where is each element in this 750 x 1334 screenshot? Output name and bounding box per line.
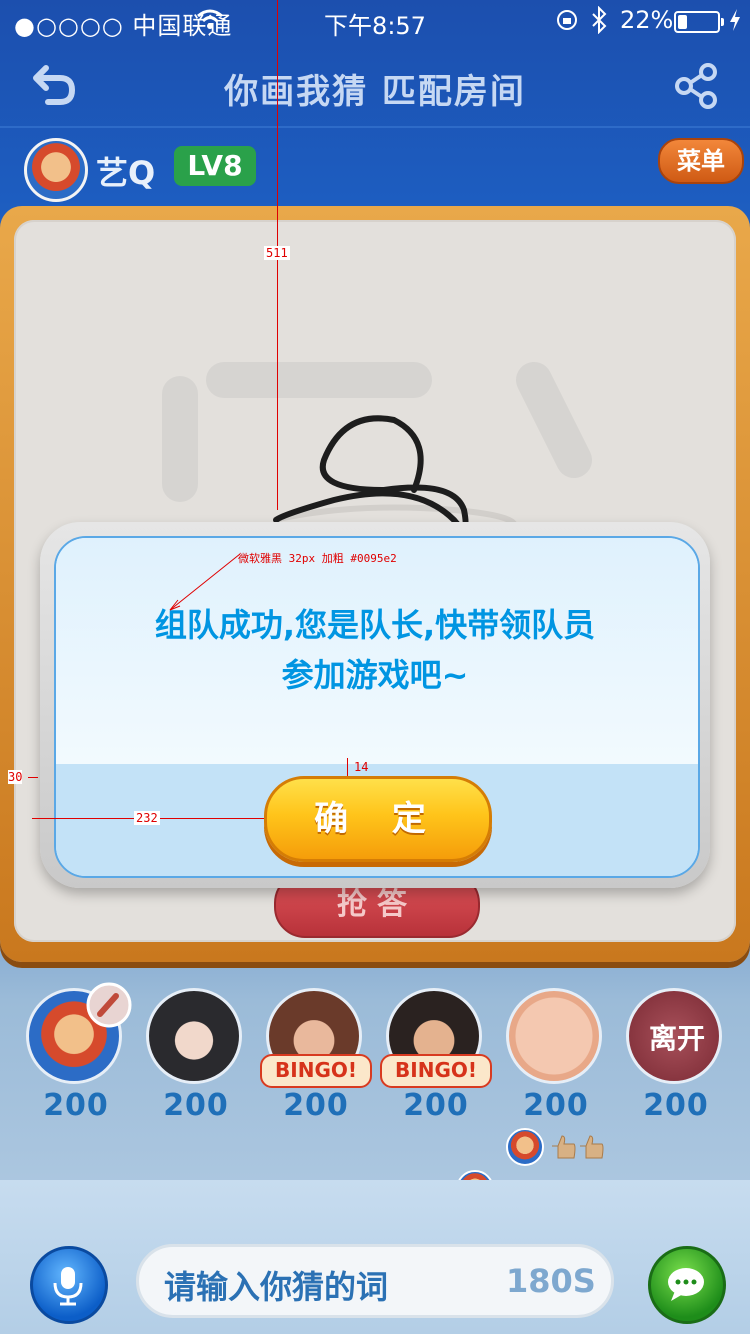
countdown-timer: 180S <box>506 1262 596 1300</box>
player-slot[interactable]: 离开 200 <box>626 988 726 1123</box>
annotation-arrow <box>169 553 241 611</box>
annotation-font-spec: 微软雅黑 32px 加粗 #0095e2 <box>238 552 397 565</box>
player-slot[interactable]: BINGO! 200 <box>380 988 492 1123</box>
lock-rotation-icon <box>557 10 577 30</box>
annotation-14: 14 <box>354 760 369 774</box>
players-row: 200 200 BINGO! 200 BINGO! 200 200 离开 200 <box>0 982 750 1138</box>
paint-brush-icon <box>86 982 132 1028</box>
player-slot[interactable]: 200 <box>26 982 132 1123</box>
header: 你画我猜 匹配房间 <box>0 44 750 128</box>
bluetooth-icon <box>592 6 607 34</box>
confirm-button[interactable]: 确 定 <box>264 776 492 862</box>
leave-label: 离开 <box>648 1022 705 1055</box>
annotation-30: 30 <box>8 770 23 784</box>
player-name: 艺Q <box>96 154 156 192</box>
microphone-icon <box>53 1267 83 1306</box>
player-score: 200 <box>403 1088 469 1123</box>
player-score: 200 <box>43 1088 109 1123</box>
player-score: 200 <box>163 1088 229 1123</box>
player-score: 200 <box>523 1088 589 1123</box>
dialog-message-line1: 组队成功,您是队长,快带领队员 <box>154 606 596 644</box>
menu-button[interactable]: 菜单 <box>658 138 744 184</box>
player-avatar <box>506 988 602 1084</box>
dialog-message: 组队成功,您是队长,快带领队员 参加游戏吧~ <box>54 600 696 700</box>
dialog-message-line2: 参加游戏吧~ <box>281 656 469 694</box>
thumbs-up-icon <box>552 1135 604 1159</box>
player-avatar: 离开 <box>626 988 722 1084</box>
guess-input-placeholder: 请输入你猜的词 <box>164 1268 389 1306</box>
bingo-badge: BINGO! <box>260 1054 372 1088</box>
voice-button[interactable] <box>30 1246 108 1324</box>
battery-percent: 22% <box>620 6 674 34</box>
my-avatar[interactable] <box>24 138 88 202</box>
annotation-margin-line <box>28 777 38 778</box>
annotation-511: 511 <box>264 246 290 260</box>
player-slot[interactable]: 200 <box>146 988 246 1123</box>
chat-bubble-icon <box>668 1268 704 1301</box>
chat-button[interactable] <box>648 1246 726 1324</box>
reaction-avatar <box>506 1128 544 1166</box>
annotation-232: 232 <box>134 811 160 825</box>
page-title: 你画我猜 匹配房间 <box>224 72 526 112</box>
share-icon[interactable] <box>672 62 720 110</box>
annotation-gap-line <box>347 758 348 776</box>
player-avatar <box>146 988 242 1084</box>
charging-icon <box>730 9 740 31</box>
bingo-badge: BINGO! <box>380 1054 492 1088</box>
player-slot[interactable]: 200 <box>506 988 606 1123</box>
header-divider <box>0 126 750 128</box>
player-score: 200 <box>643 1088 709 1123</box>
level-badge: LV8 <box>174 146 256 186</box>
battery-icon <box>674 11 724 33</box>
player-slot[interactable]: BINGO! 200 <box>260 988 372 1123</box>
player-score: 200 <box>283 1088 349 1123</box>
status-bar: ●○○○○ 中国联通 下午8:57 22% <box>0 0 750 40</box>
